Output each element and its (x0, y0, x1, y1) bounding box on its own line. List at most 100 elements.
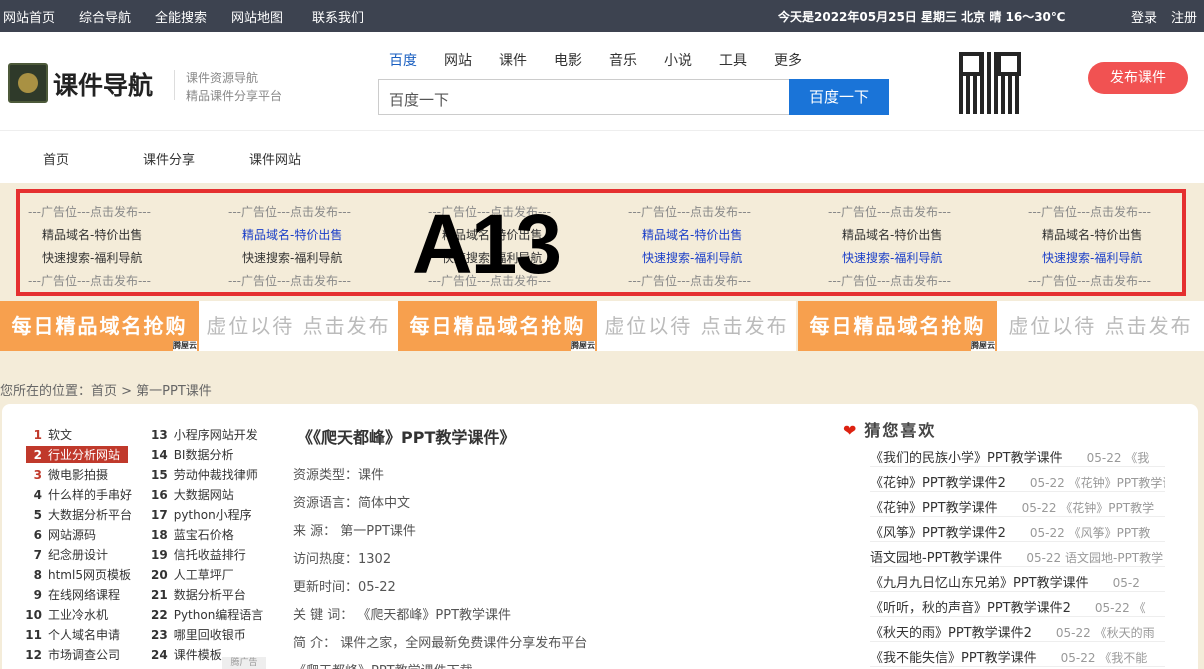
site-logo-text[interactable]: 课件导航 (53, 66, 153, 102)
favorite-item[interactable]: 《花钟》PPT教学课件 05-22 《花钟》PPT教学 (870, 497, 1165, 517)
rank-number: 3 (33, 468, 42, 482)
info-source: 来 源： 第一PPT课件 (293, 524, 416, 539)
banner-text: 虚位以待 点击发布 (206, 314, 391, 338)
rank-item[interactable]: 19 信托收益排行 (151, 546, 246, 563)
ad-slot[interactable]: ---广告位---点击发布--- (628, 272, 751, 289)
rank-item[interactable]: 13 小程序网站开发 (151, 426, 258, 443)
top-link-home[interactable]: 网站首页 (3, 7, 55, 26)
ad-slot[interactable]: ---广告位---点击发布--- (828, 203, 951, 220)
rank-item[interactable]: 4 什么样的手串好 (30, 486, 132, 503)
rank-item[interactable]: 15 劳动仲裁找律师 (151, 466, 258, 483)
rank-item[interactable]: 16 大数据网站 (151, 486, 234, 503)
ad-quick-link[interactable]: 快速搜索-福利导航 (842, 249, 942, 266)
rank-item[interactable]: 2 行业分析网站 (26, 446, 129, 463)
favorite-item[interactable]: 语文园地-PPT教学课件 05-22 语文园地-PPT教学 (870, 547, 1165, 567)
rank-item[interactable]: 11 个人域名申请 (24, 626, 120, 643)
banner-vacant-ad[interactable]: 虚位以待 点击发布 (199, 301, 398, 351)
banner-domain-ad[interactable]: 每日精品域名抢购 腾屋云 (798, 301, 997, 351)
ad-domain-link[interactable]: 精品域名-特价出售 (42, 226, 142, 243)
rank-item[interactable]: 21 数据分析平台 (151, 586, 246, 603)
publish-courseware-button[interactable]: 发布课件 (1088, 62, 1188, 94)
search-button[interactable]: 百度一下 (789, 79, 889, 115)
ad-slot[interactable]: ---广告位---点击发布--- (828, 272, 951, 289)
rank-item[interactable]: 17 python小程序 (151, 506, 252, 523)
ad-domain-link[interactable]: 精品域名-特价出售 (1042, 226, 1142, 243)
login-link[interactable]: 登录 (1131, 7, 1157, 26)
ad-slot[interactable]: ---广告位---点击发布--- (28, 272, 151, 289)
top-link-nav[interactable]: 综合导航 (79, 7, 131, 26)
rank-item[interactable]: 3 微电影拍摄 (30, 466, 108, 483)
rank-number: 24 (151, 648, 168, 662)
top-bar: 网站首页 综合导航 全能搜索 网站地图 联系我们 今天是2022年05月25日 … (0, 0, 1204, 32)
rank-label: 纪念册设计 (48, 548, 109, 562)
rank-item[interactable]: 9 在线网络课程 (30, 586, 120, 603)
favorite-item[interactable]: 《我们的民族小学》PPT教学课件 05-22 《我 (870, 447, 1165, 467)
ad-slot[interactable]: ---广告位---点击发布--- (28, 203, 151, 220)
nav-courseware-sites[interactable]: 课件网站 (249, 149, 301, 168)
rank-item[interactable]: 7 纪念册设计 (30, 546, 108, 563)
ad-quick-link[interactable]: 快速搜索-福利导航 (1042, 249, 1142, 266)
favorite-item[interactable]: 《秋天的雨》PPT教学课件2 05-22 《秋天的雨 (870, 622, 1165, 642)
top-link-sitemap[interactable]: 网站地图 (231, 7, 283, 26)
ad-domain-link[interactable]: 精品域名-特价出售 (842, 226, 942, 243)
rank-label: BI数据分析 (173, 448, 234, 462)
banner-vacant-ad[interactable]: 虚位以待 点击发布 (997, 301, 1204, 351)
rank-number: 23 (151, 628, 168, 642)
ad-quick-link[interactable]: 快速搜索-福利导航 (242, 249, 342, 266)
rank-item[interactable]: 24 课件模板 (151, 646, 222, 663)
rank-item[interactable]: 20 人工草坪厂 (151, 566, 234, 583)
logo-icon[interactable] (8, 63, 48, 103)
rank-number: 15 (151, 468, 168, 482)
rank-item[interactable]: 18 蓝宝石价格 (151, 526, 234, 543)
rank-item[interactable]: 8 html5网页模板 (30, 566, 131, 583)
search-tab-movie[interactable]: 电影 (554, 50, 582, 70)
top-link-search[interactable]: 全能搜索 (155, 7, 207, 26)
rank-item[interactable]: 6 网站源码 (30, 526, 96, 543)
favorite-title: 《我不能失信》PPT教学课件 (870, 651, 1037, 666)
favorite-item[interactable]: 《九月九日忆山东兄弟》PPT教学课件 05-2 (870, 572, 1165, 592)
ad-domain-link[interactable]: 精品域名-特价出售 (242, 226, 342, 243)
search-tab-site[interactable]: 网站 (444, 50, 472, 70)
rank-item[interactable]: 1 软文 (30, 426, 72, 443)
ad-slot[interactable]: ---广告位---点击发布--- (1028, 272, 1151, 289)
favorite-item[interactable]: 《听听，秋的声音》PPT教学课件2 05-22 《 (870, 597, 1165, 617)
search-tab-baidu[interactable]: 百度 (389, 50, 417, 70)
search-tab-music[interactable]: 音乐 (609, 50, 637, 70)
download-link[interactable]: 《爬天都峰》PPT教学课件下载 (293, 660, 473, 669)
favorite-item[interactable]: 《我不能失信》PPT教学课件 05-22 《我不能 (870, 647, 1165, 667)
rank-number: 6 (33, 528, 42, 542)
rank-item[interactable]: 22 Python编程语言 (151, 606, 263, 623)
ad-quick-link[interactable]: 快速搜索-福利导航 (42, 249, 142, 266)
rank-item[interactable]: 10 工业冷水机 (24, 606, 108, 623)
rank-label: 在线网络课程 (48, 588, 121, 602)
ad-quick-link[interactable]: 快速搜索-福利导航 (642, 249, 742, 266)
ad-slot[interactable]: ---广告位---点击发布--- (228, 272, 351, 289)
rank-item[interactable]: 5 大数据分析平台 (30, 506, 132, 523)
rank-item[interactable]: 12 市场调查公司 (24, 646, 120, 663)
ad-slot[interactable]: ---广告位---点击发布--- (628, 203, 751, 220)
register-link[interactable]: 注册 (1171, 7, 1197, 26)
rank-number: 20 (151, 568, 168, 582)
ad-slot[interactable]: ---广告位---点击发布--- (1028, 203, 1151, 220)
top-link-contact[interactable]: 联系我们 (312, 7, 364, 26)
banner-domain-ad[interactable]: 每日精品域名抢购 腾屋云 (0, 301, 199, 351)
ad-domain-link[interactable]: 精品域名-特价出售 (642, 226, 742, 243)
favorite-item[interactable]: 《风筝》PPT教学课件2 05-22 《风筝》PPT教 (870, 522, 1165, 542)
favorite-item[interactable]: 《花钟》PPT教学课件2 05-22 《花钟》PPT教学课件2 (870, 472, 1165, 492)
rank-item[interactable]: 23 哪里回收银币 (151, 626, 246, 643)
rank-number: 8 (33, 568, 42, 582)
search-tab-novel[interactable]: 小说 (664, 50, 692, 70)
search-input[interactable]: 百度一下 (378, 79, 790, 115)
rank-label: 人工草坪厂 (173, 568, 234, 582)
search-tab-courseware[interactable]: 课件 (499, 50, 527, 70)
ad-slot[interactable]: ---广告位---点击发布--- (228, 203, 351, 220)
favorite-date: 05-22 《花钟》PPT教学课件2 (1029, 476, 1165, 490)
favorite-title: 《我们的民族小学》PPT教学课件 (870, 451, 1063, 466)
nav-home[interactable]: 首页 (43, 149, 69, 168)
search-tab-more[interactable]: 更多 (774, 50, 802, 70)
banner-domain-ad[interactable]: 每日精品域名抢购 腾屋云 (398, 301, 597, 351)
search-tab-tools[interactable]: 工具 (719, 50, 747, 70)
rank-item[interactable]: 14 BI数据分析 (151, 446, 233, 463)
nav-courseware-share[interactable]: 课件分享 (143, 149, 195, 168)
banner-vacant-ad[interactable]: 虚位以待 点击发布 (597, 301, 796, 351)
